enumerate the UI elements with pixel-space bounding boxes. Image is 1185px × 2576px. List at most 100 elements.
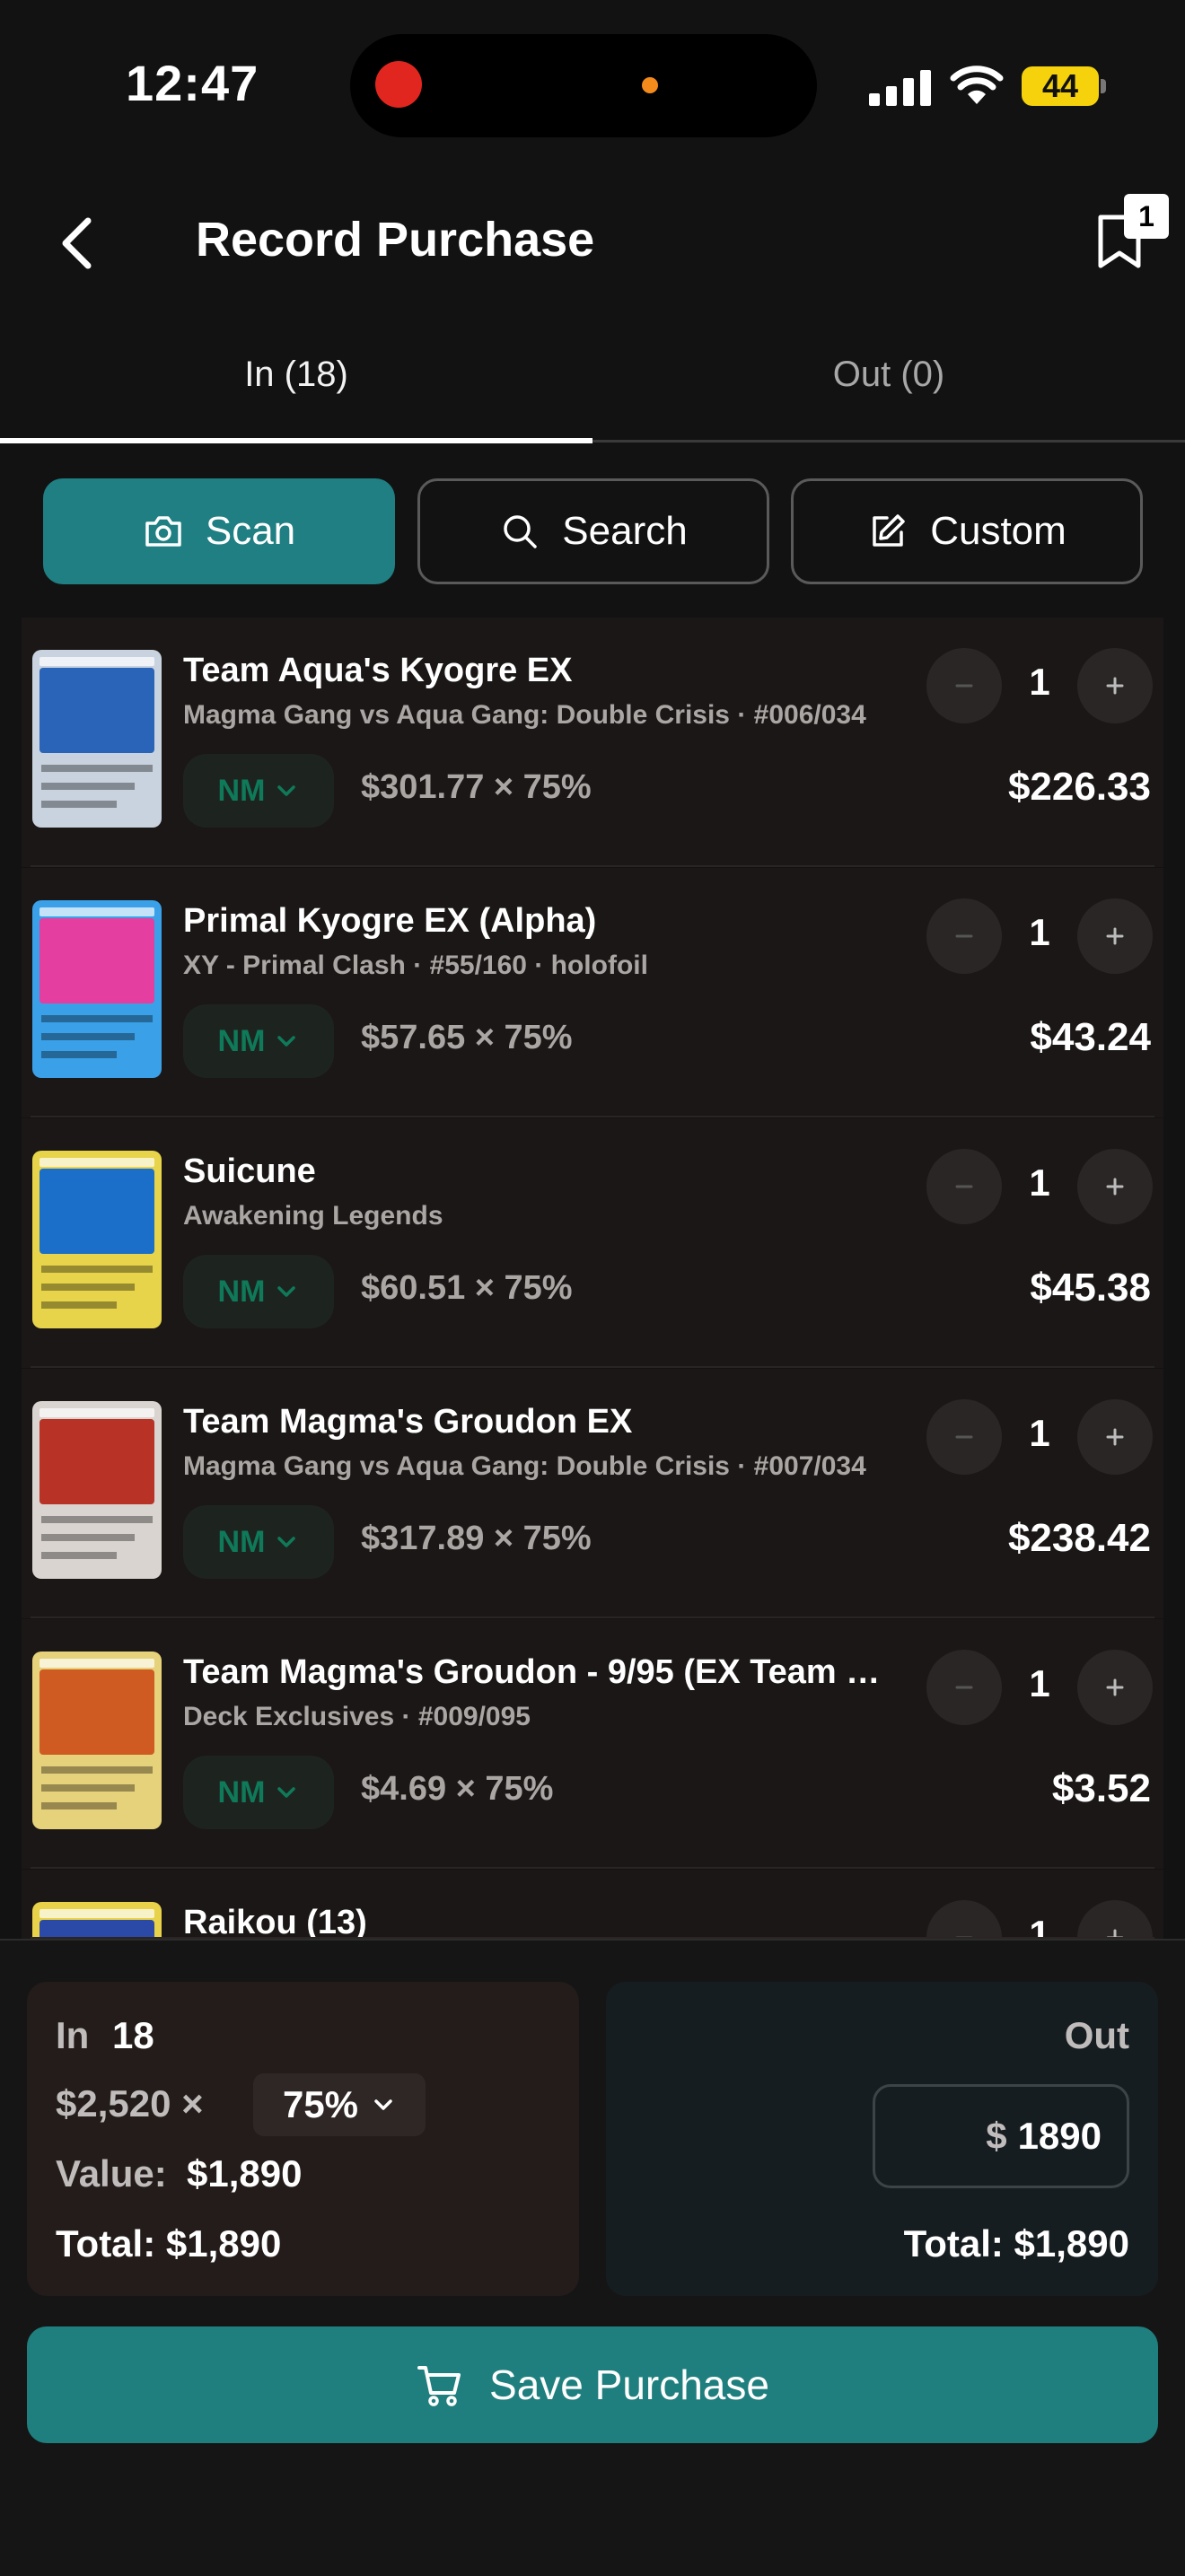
item-divider: [31, 1116, 1154, 1117]
list-item[interactable]: Team Magma's Groudon - 9/95 (EX Team Mag…: [22, 1619, 1163, 1869]
chevron-down-icon: [277, 785, 296, 796]
item-quantity: 1: [1029, 1412, 1050, 1454]
scan-label: Scan: [205, 509, 296, 553]
increment-button[interactable]: [1077, 1149, 1153, 1224]
back-icon[interactable]: [52, 212, 106, 275]
chevron-down-icon: [277, 1787, 296, 1798]
camera-indicator-icon: [642, 77, 658, 93]
item-price: $4.69 × 75%: [361, 1770, 554, 1808]
page-title: Record Purchase: [196, 213, 595, 267]
item-name: Suicune: [183, 1152, 316, 1190]
condition-value: NM: [217, 1774, 266, 1809]
item-quantity: 1: [1029, 911, 1050, 953]
camera-icon: [145, 516, 181, 547]
item-total: $43.24: [1030, 1015, 1151, 1059]
item-subtitle: Magma Gang vs Aqua Gang: Double Crisis ·…: [183, 1451, 866, 1481]
tab-active-indicator: [0, 438, 592, 443]
card-thumbnail: [32, 1652, 162, 1829]
condition-dropdown[interactable]: NM: [183, 1004, 334, 1078]
decrement-button[interactable]: [926, 1650, 1002, 1725]
minus-icon: [955, 1686, 973, 1689]
decrement-button[interactable]: [926, 1900, 1002, 1939]
in-label: In: [56, 2014, 90, 2056]
currency-symbol: $: [986, 2115, 1007, 2157]
item-subtitle: XY - Primal Clash · #55/160 · holofoil: [183, 951, 648, 980]
item-quantity: 1: [1029, 1662, 1050, 1704]
search-icon: [504, 515, 538, 548]
decrement-button[interactable]: [926, 1149, 1002, 1224]
increment-button[interactable]: [1077, 898, 1153, 974]
condition-value: NM: [217, 1274, 266, 1309]
list-item[interactable]: Team Aqua's Kyogre EX Magma Gang vs Aqua …: [22, 618, 1163, 867]
chevron-down-icon: [277, 1537, 296, 1547]
minus-icon: [955, 1435, 973, 1439]
save-purchase-label: Save Purchase: [489, 2361, 769, 2408]
recording-indicator-icon: [375, 61, 422, 108]
item-name: Team Aqua's Kyogre EX: [183, 652, 573, 689]
item-divider: [31, 865, 1154, 867]
card-thumbnail: [32, 1151, 162, 1328]
chevron-down-icon: [374, 2099, 392, 2110]
decrement-button[interactable]: [926, 648, 1002, 723]
plus-icon: [1106, 1178, 1124, 1196]
in-total: Total: $1,890: [56, 2222, 282, 2265]
percent-value: 75%: [282, 2083, 359, 2125]
percent-dropdown[interactable]: 75%: [253, 2073, 426, 2136]
tab-in[interactable]: In (18): [0, 355, 592, 395]
increment-button[interactable]: [1077, 648, 1153, 723]
increment-button[interactable]: [1077, 1900, 1153, 1939]
condition-dropdown[interactable]: NM: [183, 1505, 334, 1579]
minus-icon: [955, 934, 973, 938]
save-purchase-button[interactable]: Save Purchase: [27, 2326, 1158, 2443]
plus-icon: [1106, 927, 1124, 945]
in-count: 18: [112, 2014, 154, 2056]
list-item[interactable]: Team Magma's Groudon EX Magma Gang vs Aqu…: [22, 1369, 1163, 1618]
item-total: $3.52: [1051, 1766, 1151, 1810]
out-amount-value: 1890: [1017, 2115, 1102, 2157]
item-quantity: 1: [1029, 1913, 1050, 1939]
item-name: Team Magma's Groudon - 9/95 (EX Team Mag…: [183, 1653, 901, 1691]
increment-button[interactable]: [1077, 1650, 1153, 1725]
list-item[interactable]: Raikou (13)NM1: [22, 1870, 1163, 1939]
minus-icon: [955, 1185, 973, 1188]
list-item[interactable]: Suicune Awakening Legends NM $60.51 × 75% 1 $…: [22, 1118, 1163, 1368]
chevron-down-icon: [277, 1036, 296, 1047]
item-name: Raikou (13): [183, 1904, 367, 1939]
wifi-icon: [950, 66, 1004, 104]
list-item[interactable]: Primal Kyogre EX (Alpha) XY - Primal Clas…: [22, 868, 1163, 1117]
value-amount: $1,890: [187, 2152, 303, 2195]
item-price: $57.65 × 75%: [361, 1019, 573, 1056]
condition-dropdown[interactable]: NM: [183, 754, 334, 828]
item-subtitle: Magma Gang vs Aqua Gang: Double Crisis ·…: [183, 700, 866, 730]
item-divider: [31, 1366, 1154, 1368]
decrement-button[interactable]: [926, 1399, 1002, 1475]
item-price: $317.89 × 75%: [361, 1520, 592, 1557]
search-button[interactable]: Search: [417, 478, 769, 584]
value-label: Value:: [56, 2152, 167, 2195]
decrement-button[interactable]: [926, 898, 1002, 974]
scan-button[interactable]: Scan: [43, 478, 395, 584]
custom-label: Custom: [930, 509, 1066, 553]
increment-button[interactable]: [1077, 1399, 1153, 1475]
cellular-signal-icon: [869, 70, 931, 106]
plus-icon: [1106, 1428, 1124, 1446]
item-price: $301.77 × 75%: [361, 768, 592, 806]
tab-out[interactable]: Out (0): [592, 355, 1185, 395]
plus-icon: [1106, 677, 1124, 695]
card-thumbnail: [32, 1902, 162, 1939]
out-amount-input[interactable]: $ 1890: [873, 2084, 1129, 2188]
status-time: 12:47: [126, 55, 259, 111]
condition-dropdown[interactable]: NM: [183, 1255, 334, 1328]
item-total: $238.42: [1007, 1516, 1151, 1560]
minus-icon: [955, 684, 973, 688]
battery-icon: 44: [1022, 66, 1099, 106]
search-label: Search: [562, 509, 688, 553]
custom-button[interactable]: Custom: [791, 478, 1143, 584]
condition-dropdown[interactable]: NM: [183, 1756, 334, 1829]
card-thumbnail: [32, 900, 162, 1078]
card-thumbnail: [32, 650, 162, 828]
condition-value: NM: [217, 1524, 266, 1559]
card-thumbnail: [32, 1401, 162, 1579]
in-base-value: $2,520 ×: [56, 2082, 204, 2125]
item-subtitle: Awakening Legends: [183, 1201, 443, 1231]
